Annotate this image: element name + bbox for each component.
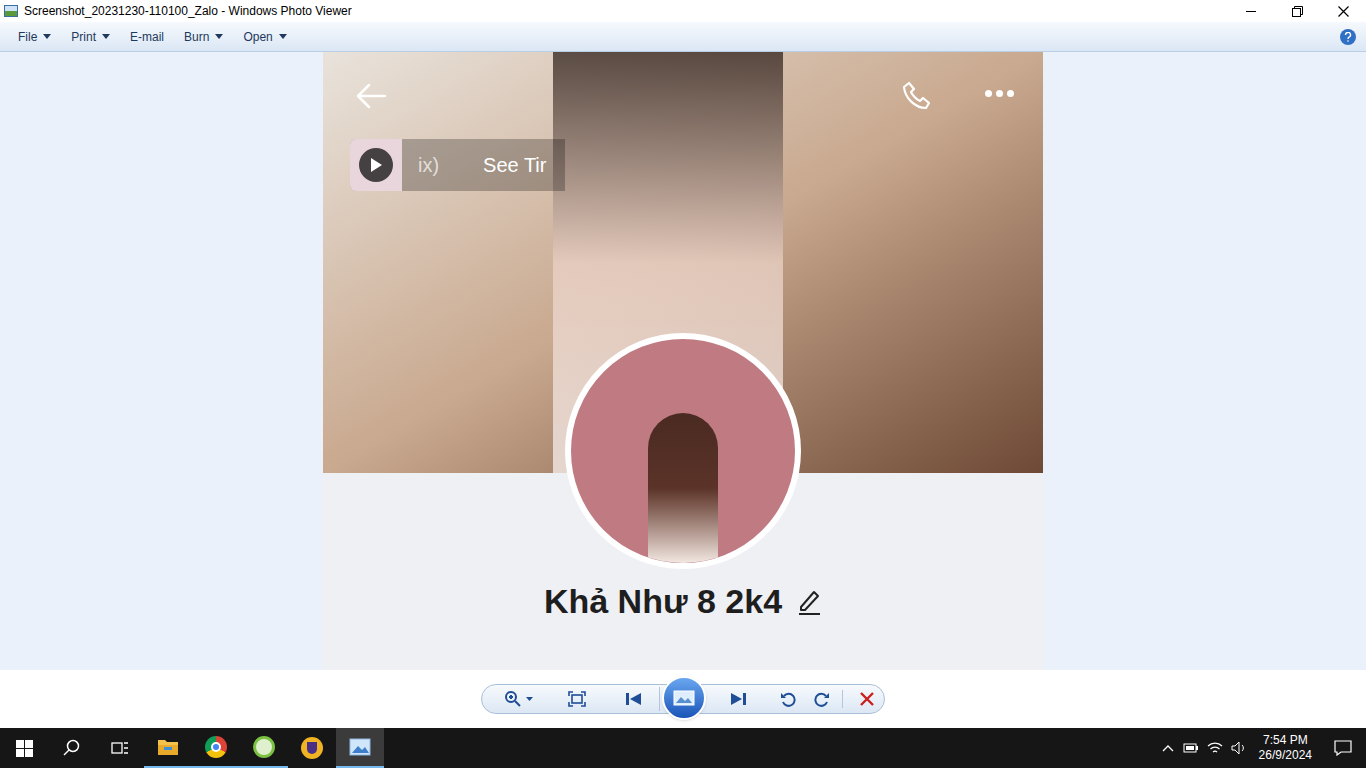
profile-name: Khả Như 8 2k4 xyxy=(544,579,782,623)
viewer-toolbar xyxy=(0,670,1366,728)
delete-icon[interactable] xyxy=(857,692,877,706)
toolbar-pill xyxy=(481,684,885,714)
menu-item[interactable]: Print xyxy=(63,22,118,51)
clock[interactable]: 7:54 PM 26/9/2024 xyxy=(1251,733,1320,763)
title-bar: Screenshot_20231230-110100_Zalo - Window… xyxy=(0,0,1366,22)
help-icon[interactable] xyxy=(1340,29,1356,45)
photo-viewer-icon[interactable] xyxy=(336,728,384,768)
see-link[interactable]: See Tir xyxy=(483,150,546,180)
zalo-screenshot: ix) See Tir Khả Như 8 2k4 xyxy=(323,52,1043,670)
wifi-icon[interactable] xyxy=(1203,741,1227,755)
music-chip[interactable]: ix) See Tir xyxy=(350,139,565,191)
music-track: ix) xyxy=(418,150,439,180)
play-icon[interactable] xyxy=(359,148,393,182)
close-icon[interactable] xyxy=(1320,0,1366,22)
menu-bar: File Print E-mail Burn Open xyxy=(0,22,1366,52)
next-icon[interactable] xyxy=(712,687,764,711)
notifications-icon[interactable] xyxy=(1320,728,1366,768)
window-title: Screenshot_20231230-110100_Zalo - Window… xyxy=(24,2,352,20)
file-explorer-icon[interactable] xyxy=(144,728,192,768)
avatar-figure xyxy=(648,413,718,563)
phone-icon[interactable] xyxy=(901,80,933,112)
actual-size-icon[interactable] xyxy=(568,691,588,707)
dropdown-arrow-icon xyxy=(215,34,223,39)
clock-date: 26/9/2024 xyxy=(1259,748,1312,763)
menu-item[interactable]: E-mail xyxy=(122,22,172,51)
battery-icon[interactable] xyxy=(1179,742,1203,754)
previous-icon[interactable] xyxy=(608,687,660,711)
menu-label: File xyxy=(18,28,37,46)
dropdown-arrow-icon xyxy=(102,34,110,39)
minimize-icon[interactable] xyxy=(1228,0,1274,22)
app-icon xyxy=(4,5,18,17)
music-thumbnail xyxy=(350,139,402,191)
menu-item[interactable]: File xyxy=(10,22,59,51)
rotate-left-icon[interactable] xyxy=(776,691,800,707)
rotate-right-icon[interactable] xyxy=(810,691,834,707)
show-hidden-icon[interactable] xyxy=(1157,744,1179,752)
back-arrow-icon[interactable] xyxy=(355,82,387,110)
profile-name-row: Khả Như 8 2k4 xyxy=(544,579,822,623)
app-green-icon[interactable] xyxy=(240,728,288,768)
slideshow-icon[interactable] xyxy=(662,676,706,720)
avatar[interactable] xyxy=(565,333,801,569)
menu-label: Open xyxy=(243,28,272,46)
dropdown-arrow-icon xyxy=(43,34,51,39)
more-icon[interactable] xyxy=(985,90,1014,97)
menu-label: Print xyxy=(71,28,96,46)
search-icon[interactable] xyxy=(48,728,96,768)
menu-item[interactable]: Burn xyxy=(176,22,231,51)
taskbar: 7:54 PM 26/9/2024 xyxy=(0,728,1366,768)
dropdown-arrow-icon xyxy=(279,34,287,39)
clock-time: 7:54 PM xyxy=(1263,733,1308,748)
menu-item[interactable]: Open xyxy=(235,22,294,51)
restore-icon[interactable] xyxy=(1274,0,1320,22)
vpn-icon[interactable] xyxy=(288,728,336,768)
image-area: ix) See Tir Khả Như 8 2k4 xyxy=(0,52,1366,670)
task-view-icon[interactable] xyxy=(96,728,144,768)
volume-icon[interactable] xyxy=(1227,741,1251,755)
zoom-icon[interactable] xyxy=(504,690,544,708)
menu-label: E-mail xyxy=(130,28,164,46)
menu-label: Burn xyxy=(184,28,209,46)
start-icon[interactable] xyxy=(0,728,48,768)
chrome-icon[interactable] xyxy=(192,728,240,768)
edit-pencil-icon[interactable] xyxy=(796,587,822,615)
